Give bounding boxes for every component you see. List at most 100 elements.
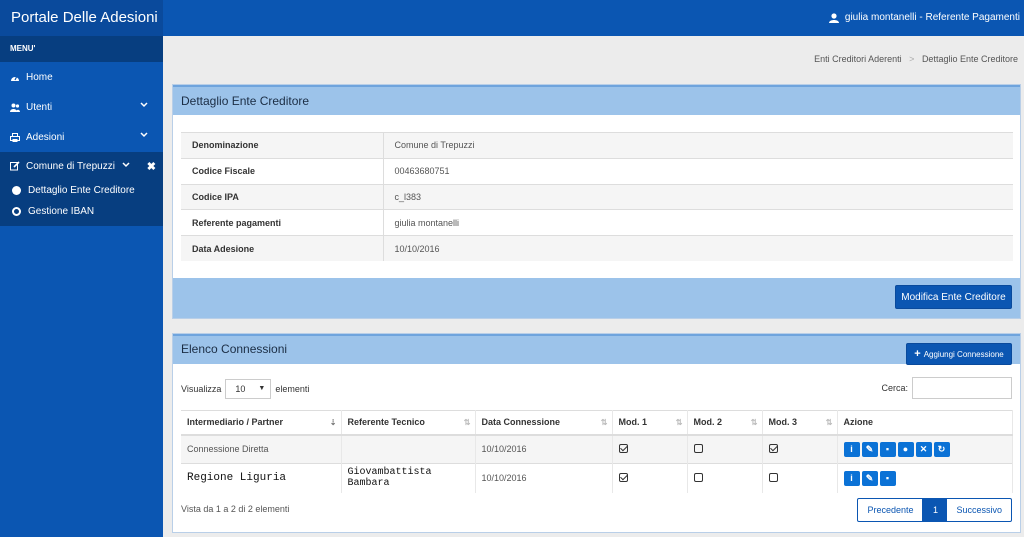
user-label: giulia montanelli - Referente Pagamenti [844, 12, 1020, 23]
sort-icon: ⇅ [825, 418, 833, 427]
detail-value: Comune di Trepuzzi [383, 132, 1013, 159]
checked-box-icon [618, 472, 628, 482]
sidebar-item-label: Adesioni [26, 131, 65, 143]
edit-creditor-button[interactable]: Modifica Ente Creditore [895, 285, 1012, 309]
refresh-icon[interactable]: ↻ [933, 441, 950, 457]
detail-key: Codice Fiscale [181, 157, 384, 185]
detail-value: giulia montanelli [383, 209, 1013, 236]
table-row: Referente pagamenti giulia montanelli [181, 209, 1013, 236]
column-header-mod2[interactable]: Mod. 2 ⇅ [687, 410, 763, 436]
sort-icon: ⇅ [463, 418, 471, 427]
cell-actions: i ✎ ▪ ● ✕ ↻ [837, 434, 1013, 464]
cell-mod2 [687, 463, 763, 493]
detail-value: 00463680751 [383, 157, 1013, 185]
cell-mod2 [687, 434, 763, 464]
next-page-button[interactable]: Successivo [947, 499, 1011, 521]
column-header-azione: Azione [837, 410, 1013, 436]
show-label: Visualizza [181, 384, 222, 394]
printer-icon [10, 132, 20, 142]
table-row: Regione Liguria Giovambattista Bambara 1… [181, 463, 1013, 493]
cell-mod3 [762, 434, 838, 464]
dashboard-icon [10, 72, 20, 82]
breadcrumb-separator: > [909, 54, 915, 64]
unchecked-box-icon [693, 472, 703, 482]
sidebar-subitem-iban[interactable]: Gestione IBAN [0, 201, 163, 222]
column-header-referente[interactable]: Referente Tecnico ⇅ [341, 410, 476, 436]
sort-icon: ⇣ [329, 418, 337, 427]
caret-down-icon: ▼ [258, 385, 266, 392]
sidebar-subitem-label: Dettaglio Ente Creditore [28, 185, 135, 196]
users-icon [10, 102, 20, 112]
add-connection-label: Aggiungi Connessione [923, 349, 1004, 359]
close-icon[interactable]: ✕ [915, 441, 932, 457]
column-header-partner[interactable]: Intermediario / Partner ⇣ [181, 410, 342, 436]
page-size-select[interactable]: 10 ▼ [225, 379, 272, 399]
action-buttons: i ✎ ▪ [843, 470, 896, 486]
detail-key: Denominazione [181, 132, 384, 159]
chevron-down-icon[interactable] [122, 162, 130, 168]
edit-icon[interactable]: ✎ [861, 470, 878, 486]
sidebar-item-label: Utenti [26, 101, 53, 113]
search-label: Cerca: [881, 383, 908, 393]
cell-date: 10/10/2016 [475, 434, 613, 464]
close-icon[interactable]: ✖ [147, 160, 156, 173]
breadcrumb: Enti Creditori Aderenti > Dettaglio Ente… [814, 54, 1018, 64]
menu-header: MENU' [0, 36, 163, 62]
sidebar-item-adesioni[interactable]: Adesioni [0, 122, 163, 152]
table-row: Data Adesione 10/10/2016 [181, 235, 1013, 262]
edit-icon[interactable]: ✎ [861, 441, 878, 457]
breadcrumb-current: Dettaglio Ente Creditore [921, 54, 1018, 64]
checked-box-icon [768, 443, 778, 453]
trash-icon[interactable]: ▪ [879, 441, 896, 457]
cell-partner: Regione Liguria [181, 463, 342, 493]
info-icon[interactable]: i [843, 470, 860, 486]
sidebar-subitem-label: Gestione IBAN [28, 206, 95, 217]
connections-table: Intermediario / Partner ⇣ Referente Tecni… [181, 410, 1013, 493]
submenu: Dettaglio Ente Creditore Gestione IBAN [0, 180, 163, 226]
sort-icon: ⇅ [675, 418, 683, 427]
connections-panel: Elenco Connessioni + Aggiungi Connession… [172, 333, 1021, 533]
cell-mod1 [612, 463, 688, 493]
detail-key: Data Adesione [181, 235, 384, 262]
column-header-mod1[interactable]: Mod. 1 ⇅ [612, 410, 688, 436]
user-menu[interactable]: giulia montanelli - Referente Pagamenti [828, 0, 1020, 36]
detail-key: Referente pagamenti [181, 209, 384, 236]
page-1-button[interactable]: 1 [923, 499, 948, 521]
panel-header: Elenco Connessioni + Aggiungi Connession… [173, 334, 1020, 365]
sidebar-item-utenti[interactable]: Utenti [0, 92, 163, 122]
panel-title: Dettaglio Ente Creditore [173, 85, 1020, 115]
table-info: Vista da 1 a 2 di 2 elementi [181, 504, 290, 514]
unchecked-box-icon [768, 472, 778, 482]
user-icon[interactable]: ● [897, 441, 914, 457]
column-header-data[interactable]: Data Connessione ⇅ [475, 410, 613, 436]
edit-icon [10, 161, 20, 171]
action-buttons: i ✎ ▪ ● ✕ ↻ [843, 441, 950, 457]
sidebar: MENU' Home Utenti Adesioni Comune di Tre… [0, 36, 163, 537]
sidebar-item-label: Home [26, 71, 53, 83]
cell-referente: Giovambattista Bambara [341, 463, 476, 493]
add-connection-button[interactable]: + Aggiungi Connessione [906, 343, 1012, 365]
unchecked-box-icon [693, 443, 703, 453]
brand-title[interactable]: Portale Delle Adesioni [0, 0, 163, 36]
detail-panel: Dettaglio Ente Creditore Denominazione Co… [172, 84, 1021, 319]
user-icon [828, 13, 839, 23]
elements-label: elementi [275, 384, 310, 394]
breadcrumb-link[interactable]: Enti Creditori Aderenti [814, 54, 902, 64]
table-row: Codice Fiscale 00463680751 [181, 157, 1013, 185]
page-length-control: Visualizza 10 ▼ elementi [181, 379, 309, 399]
cell-mod1 [612, 434, 688, 464]
panel-title: Elenco Connessioni [181, 342, 288, 356]
sidebar-item-comune[interactable]: Comune di Trepuzzi ✖ [0, 152, 163, 180]
search-input[interactable] [912, 377, 1012, 399]
sort-icon: ⇅ [750, 418, 758, 427]
detail-value: c_l383 [383, 183, 1013, 210]
column-header-mod3[interactable]: Mod. 3 ⇅ [762, 410, 838, 436]
trash-icon[interactable]: ▪ [879, 470, 896, 486]
prev-page-button[interactable]: Precedente [858, 499, 924, 521]
panel-footer: Modifica Ente Creditore [173, 278, 1020, 318]
sidebar-item-home[interactable]: Home [0, 62, 163, 92]
sidebar-subitem-dettaglio[interactable]: Dettaglio Ente Creditore [0, 180, 163, 201]
info-icon[interactable]: i [843, 441, 860, 457]
pagination: Precedente 1 Successivo [857, 498, 1012, 522]
page-size-value: 10 [235, 384, 246, 394]
